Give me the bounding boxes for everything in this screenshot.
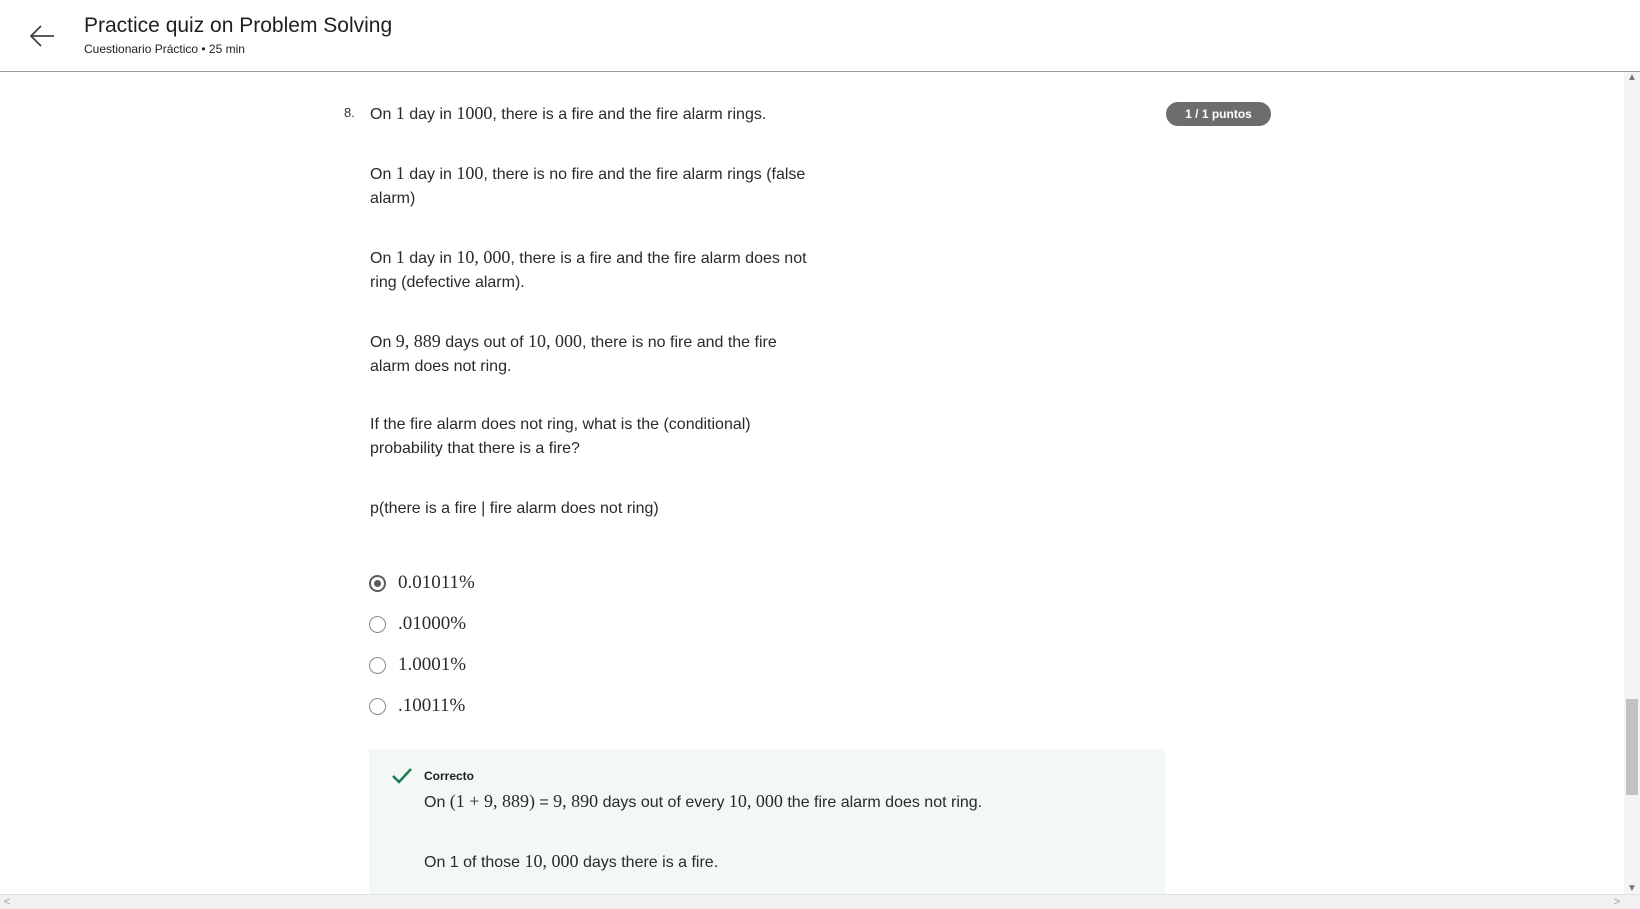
horizontal-scrollbar[interactable]: < > [0,894,1640,909]
answer-option-4[interactable]: .10011% [369,694,465,718]
scroll-left-icon[interactable]: < [4,895,10,909]
question-number: 8. [344,105,355,120]
scroll-down-icon[interactable]: ▼ [1624,883,1640,894]
answer-option-2[interactable]: .01000% [369,612,466,636]
page-title: Practice quiz on Problem Solving [84,14,393,37]
answer-option-label: .01000% [398,613,467,634]
feedback-status: Correcto [424,769,475,783]
answer-option-3[interactable]: 1.0001% [369,653,466,677]
quiz-subtitle: Cuestionario Práctico • 25 min [84,42,245,56]
radio-selected-icon[interactable] [369,574,386,592]
arrow-left-icon[interactable] [26,20,58,52]
scrollbar-thumb[interactable] [1626,699,1638,795]
question-paragraph-2: On 1 day in 100, there is no fire and th… [370,163,806,207]
radio-unselected-icon[interactable] [369,615,386,633]
question-paragraph-3: On 1 day in 10, 000, there is a fire and… [370,247,807,291]
answer-option-1[interactable]: 0.01011% [369,571,475,595]
scroll-up-icon[interactable]: ▲ [1624,72,1640,83]
feedback-line-1: On (1 + 9, 889) = 9, 890 days out of eve… [424,791,983,811]
answer-option-label: 1.0001% [398,654,467,675]
feedback-line-2: On 1 of those 10, 000 days there is a fi… [424,851,719,871]
points-badge: 1 / 1 puntos [1166,102,1271,126]
radio-unselected-icon[interactable] [369,697,386,715]
vertical-scrollbar[interactable]: ▲ ▼ [1624,72,1640,894]
quiz-content: 8. 1 / 1 puntos On 1 day in 1000, there … [0,72,1624,894]
radio-unselected-icon[interactable] [369,656,386,674]
scroll-right-icon[interactable]: > [1614,895,1620,909]
feedback-panel: Correcto On (1 + 9, 889) = 9, 890 days o… [369,749,1165,894]
answer-option-label: 0.01011% [398,572,475,593]
question-paragraph-1: On 1 day in 1000, there is a fire and th… [370,103,767,123]
page-header: Practice quiz on Problem Solving Cuestio… [0,0,1640,72]
checkmark-icon [392,768,412,784]
question-paragraph-4: On 9, 889 days out of 10, 000, there is … [370,331,777,375]
question-prompt: If the fire alarm does not ring, what is… [370,416,751,457]
answer-option-label: .10011% [398,695,466,716]
question-formula: p(there is a fire | fire alarm does not … [370,500,659,517]
